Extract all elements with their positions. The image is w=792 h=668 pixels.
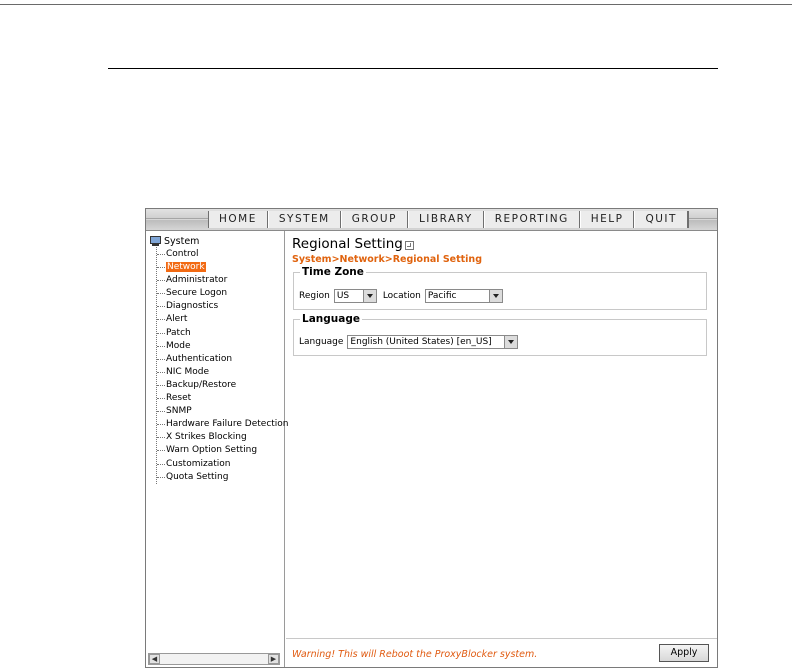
- menu-items: HOME SYSTEM GROUP LIBRARY REPORTING HELP…: [208, 211, 689, 228]
- time-zone-row: Region US Location Pacific: [299, 289, 503, 303]
- location-select[interactable]: Pacific: [424, 289, 503, 303]
- region-select[interactable]: US: [333, 289, 377, 303]
- sidebar-item-mode[interactable]: Mode: [157, 340, 289, 353]
- location-label: Location: [382, 291, 421, 301]
- page-title: Regional Setting: [292, 236, 403, 252]
- language-value: English (United States) [en_US]: [350, 337, 492, 347]
- chevron-down-icon[interactable]: [488, 290, 502, 302]
- menu-home[interactable]: HOME: [208, 211, 268, 228]
- breadcrumb: System>Network>Regional Setting: [292, 254, 482, 265]
- sidebar-horizontal-scrollbar[interactable]: ◀ ▶: [148, 653, 280, 665]
- sidebar-item-hardware-failure-detection[interactable]: Hardware Failure Detection: [157, 418, 289, 431]
- menu-quit[interactable]: QUIT: [634, 211, 689, 228]
- sidebar-item-customization[interactable]: Customization: [157, 458, 289, 471]
- scroll-left-icon[interactable]: ◀: [149, 654, 160, 664]
- sidebar-item-x-strikes-blocking[interactable]: X Strikes Blocking: [157, 431, 289, 444]
- sidebar-item-nic-mode[interactable]: NIC Mode: [157, 366, 289, 379]
- scroll-right-icon[interactable]: ▶: [268, 654, 279, 664]
- sidebar-item-alert[interactable]: Alert: [157, 313, 289, 326]
- menu-reporting[interactable]: REPORTING: [483, 211, 580, 228]
- help-icon[interactable]: [404, 241, 414, 250]
- menu-group[interactable]: GROUP: [340, 211, 408, 228]
- tree-children: Control Network Administrator Secure Log…: [156, 247, 289, 484]
- computer-icon: [150, 236, 161, 246]
- language-group: Language Language English (United States…: [293, 313, 707, 356]
- sidebar-item-backup-restore[interactable]: Backup/Restore: [157, 379, 289, 392]
- menu-system[interactable]: SYSTEM: [267, 211, 341, 228]
- sidebar-item-patch[interactable]: Patch: [157, 327, 289, 340]
- sidebar-item-authentication[interactable]: Authentication: [157, 353, 289, 366]
- sidebar-item-snmp[interactable]: SNMP: [157, 405, 289, 418]
- language-select[interactable]: English (United States) [en_US]: [347, 335, 519, 349]
- sidebar-item-control[interactable]: Control: [157, 248, 289, 261]
- menu-library[interactable]: LIBRARY: [407, 211, 484, 228]
- sidebar-item-warn-option-setting[interactable]: Warn Option Setting: [157, 444, 289, 457]
- header-rule: [108, 68, 718, 69]
- title-row: Regional Setting: [292, 236, 414, 252]
- apply-button[interactable]: Apply: [659, 644, 709, 662]
- tree-root-label: System: [164, 235, 200, 247]
- language-legend: Language: [300, 313, 362, 325]
- chevron-down-icon[interactable]: [504, 336, 518, 348]
- main-content: Regional Setting System>Network>Regional…: [286, 231, 717, 667]
- sidebar-item-quota-setting[interactable]: Quota Setting: [157, 471, 289, 484]
- chevron-down-icon[interactable]: [362, 290, 376, 302]
- tree-root-system[interactable]: System: [150, 235, 289, 247]
- top-border-line: [0, 4, 792, 5]
- sidebar: System Control Network Administrator Sec…: [146, 231, 289, 667]
- sidebar-item-administrator[interactable]: Administrator: [157, 274, 289, 287]
- sidebar-item-secure-logon[interactable]: Secure Logon: [157, 287, 289, 300]
- footer-bar: Warning! This will Reboot the ProxyBlock…: [286, 638, 717, 666]
- region-label: Region: [299, 291, 330, 301]
- location-value: Pacific: [427, 291, 457, 301]
- language-row: Language English (United States) [en_US]: [299, 335, 519, 349]
- app-window: HOME SYSTEM GROUP LIBRARY REPORTING HELP…: [145, 208, 718, 668]
- sidebar-item-diagnostics[interactable]: Diagnostics: [157, 300, 289, 313]
- menu-help[interactable]: HELP: [579, 211, 635, 228]
- menu-bar: HOME SYSTEM GROUP LIBRARY REPORTING HELP…: [146, 209, 717, 231]
- region-value: US: [336, 291, 350, 301]
- time-zone-group: Time Zone Region US Location Pacific: [293, 266, 707, 310]
- sidebar-item-reset[interactable]: Reset: [157, 392, 289, 405]
- language-label: Language: [299, 337, 344, 347]
- reboot-warning: Warning! This will Reboot the ProxyBlock…: [292, 649, 538, 660]
- sidebar-item-network[interactable]: Network: [157, 261, 289, 274]
- nav-tree: System Control Network Administrator Sec…: [150, 235, 289, 484]
- time-zone-legend: Time Zone: [300, 266, 366, 278]
